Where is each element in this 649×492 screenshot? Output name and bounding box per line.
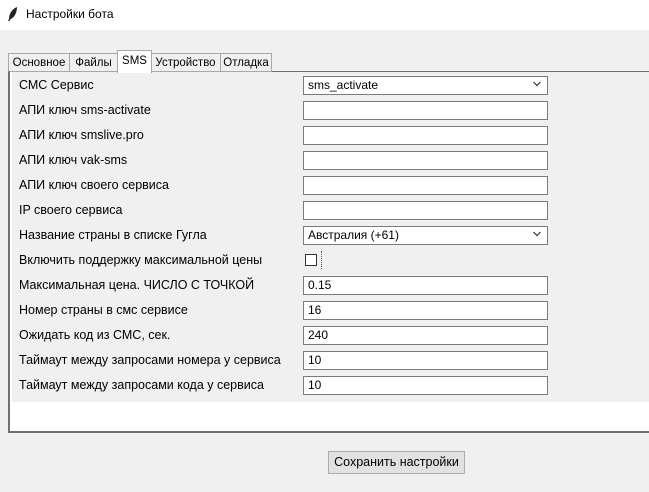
timeout-number-label: Таймаут между запросами номера у сервиса [19, 353, 281, 367]
chevron-down-icon [533, 231, 541, 237]
ip-own-service-label: IP своего сервиса [19, 203, 123, 217]
tab-files[interactable]: Файлы [69, 53, 118, 72]
timeout-code-label: Таймаут между запросами кода у сервиса [19, 378, 264, 392]
timeout-number-input[interactable]: 10 [303, 351, 548, 370]
tab-device[interactable]: Устройство [150, 53, 221, 72]
country-name-value: Австралия (+61) [308, 228, 399, 242]
window-title: Настройки бота [26, 7, 114, 21]
api-own-service-label: АПИ ключ своего сервиса [19, 178, 169, 192]
api-sms-activate-input[interactable] [303, 101, 548, 120]
sms-service-label: СМС Сервис [19, 78, 94, 92]
ip-own-service-input[interactable] [303, 201, 548, 220]
api-sms-activate-label: АПИ ключ sms-activate [19, 103, 151, 117]
window-titlebar: Настройки бота [0, 0, 649, 30]
wait-code-input[interactable]: 240 [303, 326, 548, 345]
feather-icon [8, 7, 17, 21]
country-name-label: Название страны в списке Гугла [19, 228, 207, 242]
tab-debug[interactable]: Отладка [220, 53, 272, 72]
api-smslive-label: АПИ ключ smslive.pro [19, 128, 144, 142]
tab-sms[interactable]: SMS [117, 50, 152, 73]
wait-code-label: Ожидать код из СМС, сек. [19, 328, 171, 342]
focus-indicator [321, 251, 324, 269]
country-number-label: Номер страны в смс сервисе [19, 303, 188, 317]
tab-main[interactable]: Основное [8, 53, 70, 72]
max-price-enabled-checkbox[interactable] [305, 254, 317, 266]
sms-settings-panel: СМС Сервис sms_activate АПИ ключ sms-act… [8, 71, 649, 433]
save-settings-button[interactable]: Сохранить настройки [328, 451, 465, 474]
timeout-code-input[interactable]: 10 [303, 376, 548, 395]
max-price-input[interactable]: 0.15 [303, 276, 548, 295]
country-number-input[interactable]: 16 [303, 301, 548, 320]
api-own-service-input[interactable] [303, 176, 548, 195]
api-vak-sms-label: АПИ ключ vak-sms [19, 153, 128, 167]
sms-service-value: sms_activate [308, 78, 379, 92]
api-vak-sms-input[interactable] [303, 151, 548, 170]
settings-form: СМС Сервис sms_activate АПИ ключ sms-act… [12, 72, 649, 402]
chevron-down-icon [533, 81, 541, 87]
max-price-enabled-label: Включить поддержку максимальной цены [19, 253, 263, 267]
country-name-select[interactable]: Австралия (+61) [303, 226, 548, 245]
api-smslive-input[interactable] [303, 126, 548, 145]
sms-service-select[interactable]: sms_activate [303, 76, 548, 95]
max-price-label: Максимальная цена. ЧИСЛО С ТОЧКОЙ [19, 278, 255, 292]
